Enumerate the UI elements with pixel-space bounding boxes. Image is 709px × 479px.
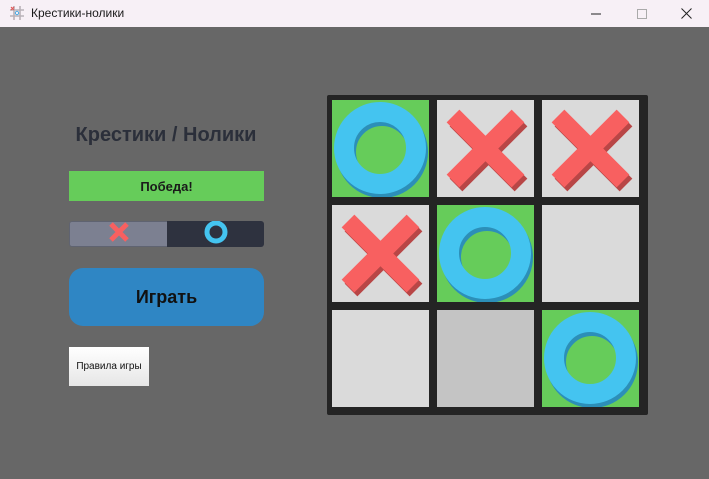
status-text: Победа! [140, 178, 193, 194]
play-button[interactable]: Играть [69, 268, 264, 326]
game-board [327, 95, 648, 415]
tic-tac-toe-icon [8, 4, 26, 22]
ring-icon [544, 312, 638, 407]
cross-icon [106, 221, 132, 247]
board-cell[interactable] [437, 310, 534, 407]
board-cell[interactable] [332, 100, 429, 197]
board-cell[interactable] [437, 100, 534, 197]
minimize-button[interactable] [573, 0, 619, 27]
ring-icon [439, 207, 533, 302]
toggle-option-x[interactable] [69, 221, 167, 247]
ring-icon [334, 102, 428, 197]
status-bar: Победа! [69, 171, 264, 201]
board-cell[interactable] [437, 205, 534, 302]
cross-icon [341, 214, 423, 297]
game-title: Крестики / Нолики [75, 124, 257, 146]
maximize-button[interactable] [619, 0, 665, 27]
cross-icon [551, 109, 633, 192]
title-bar: Крестики-нолики [0, 0, 709, 27]
player-mark-toggle [69, 221, 264, 247]
board-cell[interactable] [332, 205, 429, 302]
board-cell[interactable] [332, 310, 429, 407]
close-button[interactable] [663, 0, 709, 27]
window-title: Крестики-нолики [31, 6, 125, 20]
ring-icon [203, 221, 229, 247]
board-cell[interactable] [542, 310, 639, 407]
toggle-option-o[interactable] [167, 221, 264, 247]
cross-icon [446, 109, 528, 192]
rules-button[interactable]: Правила игры [69, 347, 149, 386]
board-cell[interactable] [542, 205, 639, 302]
board-cell[interactable] [542, 100, 639, 197]
